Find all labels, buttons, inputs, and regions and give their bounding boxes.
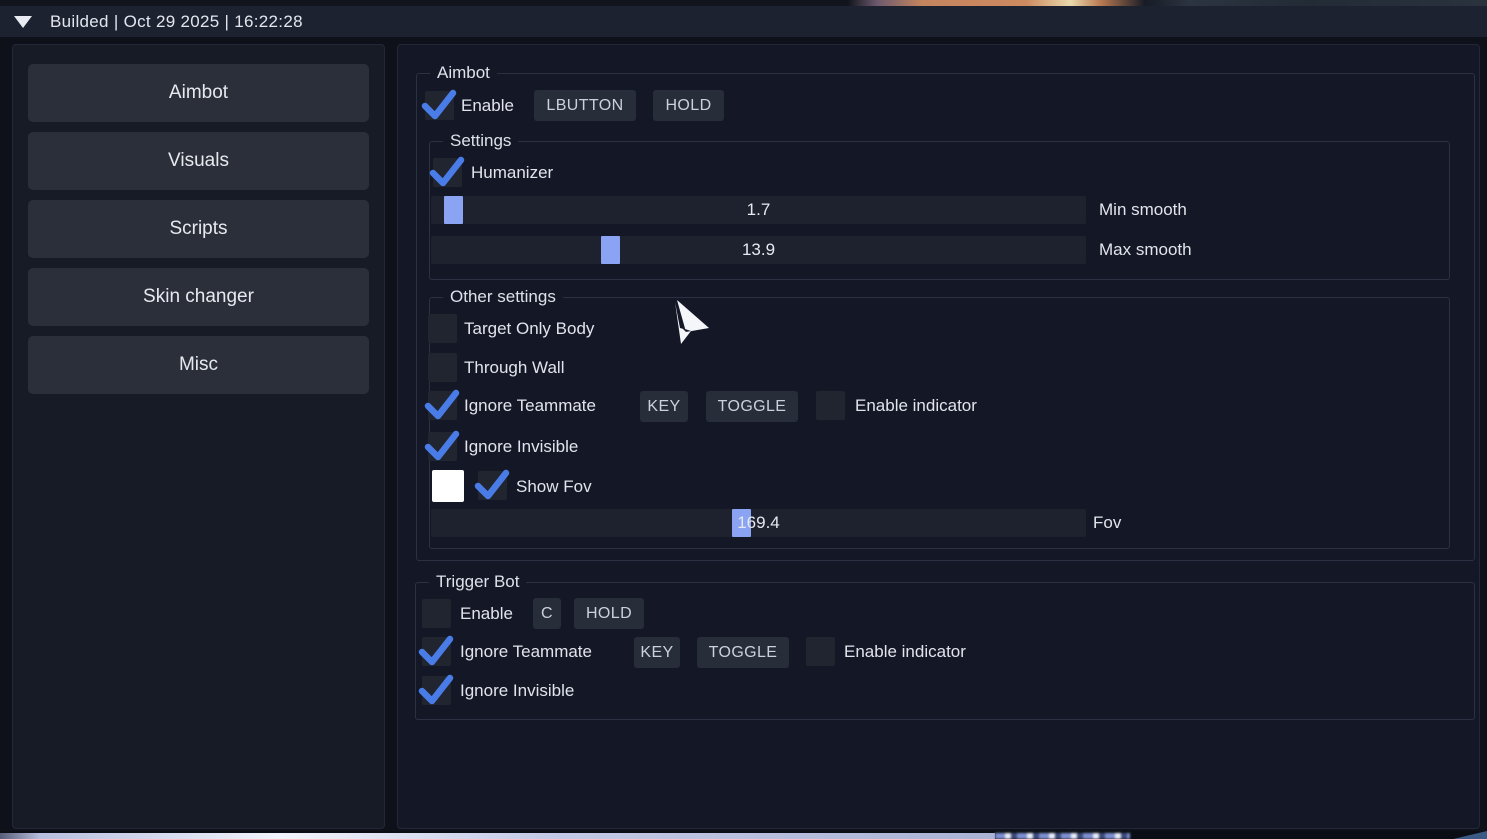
aimbot-teammate-mode-button[interactable]: TOGGLE [706, 391, 798, 422]
target-only-body-label: Target Only Body [464, 314, 594, 343]
mouse-cursor-icon [662, 299, 714, 351]
sidebar-item-visuals[interactable]: Visuals [28, 132, 369, 190]
sidebar-item-scripts[interactable]: Scripts [28, 200, 369, 258]
checkmark-icon [418, 634, 454, 667]
max-smooth-value: 13.9 [431, 236, 1086, 264]
trigger-bot-group-legend: Trigger Bot [429, 571, 526, 593]
aimbot-teammate-indicator-checkbox[interactable] [816, 391, 845, 420]
humanizer-label: Humanizer [471, 158, 553, 187]
checkmark-icon [418, 673, 454, 706]
min-smooth-slider[interactable]: 1.7 [431, 196, 1086, 224]
checkmark-icon [474, 468, 510, 501]
trigger-ignore-invisible-label: Ignore Invisible [460, 676, 574, 705]
aimbot-group-legend: Aimbot [430, 62, 497, 84]
min-smooth-label: Min smooth [1099, 196, 1187, 224]
aimbot-teammate-keybind-button[interactable]: KEY [640, 391, 688, 422]
show-fov-checkbox[interactable] [478, 471, 507, 500]
sidebar-item-skin-changer[interactable]: Skin changer [28, 268, 369, 326]
trigger-ignore-teammate-checkbox[interactable] [422, 637, 451, 666]
fov-slider[interactable]: 169.4 [431, 509, 1086, 537]
through-wall-label: Through Wall [464, 353, 564, 382]
aimbot-ignore-invisible-checkbox[interactable] [428, 432, 457, 461]
other-settings-group-legend: Other settings [443, 286, 563, 308]
trigger-teammate-mode-button[interactable]: TOGGLE [697, 637, 789, 668]
trigger-indicator-checkbox[interactable] [806, 637, 835, 666]
humanizer-checkbox[interactable] [433, 158, 462, 187]
aimbot-ignore-teammate-checkbox[interactable] [428, 391, 457, 420]
aimbot-teammate-indicator-label: Enable indicator [855, 391, 977, 420]
target-only-body-checkbox[interactable] [428, 314, 457, 343]
collapse-triangle-icon[interactable] [14, 16, 32, 28]
trigger-ignore-teammate-label: Ignore Teammate [460, 637, 592, 666]
checkmark-icon [424, 388, 460, 421]
game-bottom-hud-blur [995, 833, 1130, 839]
aimbot-keybind-button[interactable]: LBUTTON [534, 90, 636, 121]
min-smooth-value: 1.7 [431, 196, 1086, 224]
game-bottom-light-band [0, 833, 995, 839]
sidebar: Aimbot Visuals Scripts Skin changer Misc [12, 44, 385, 829]
main-panel: Aimbot Enable LBUTTON HOLD Settings Huma… [397, 44, 1480, 829]
fov-value: 169.4 [431, 509, 1086, 537]
aimbot-ignore-teammate-label: Ignore Teammate [464, 391, 596, 420]
trigger-enable-checkbox[interactable] [422, 599, 451, 628]
game-background-bottom-strip [0, 831, 1487, 839]
trigger-mode-button[interactable]: HOLD [574, 598, 644, 629]
max-smooth-slider[interactable]: 13.9 [431, 236, 1086, 264]
aimbot-mode-button[interactable]: HOLD [653, 90, 724, 121]
trigger-teammate-keybind-button[interactable]: KEY [634, 637, 680, 668]
titlebar[interactable]: Builded | Oct 29 2025 | 16:22:28 [0, 6, 1487, 37]
checkmark-icon [429, 155, 465, 188]
aimbot-ignore-invisible-label: Ignore Invisible [464, 432, 578, 461]
sidebar-item-misc[interactable]: Misc [28, 336, 369, 394]
fov-label: Fov [1093, 509, 1121, 537]
fov-color-swatch[interactable] [432, 470, 464, 502]
game-bottom-corner-shape [1449, 831, 1487, 839]
trigger-indicator-label: Enable indicator [844, 637, 966, 666]
checkmark-icon [421, 88, 457, 121]
show-fov-label: Show Fov [516, 472, 592, 501]
menu-body: Aimbot Visuals Scripts Skin changer Misc… [0, 37, 1487, 831]
sidebar-item-aimbot[interactable]: Aimbot [28, 64, 369, 122]
max-smooth-label: Max smooth [1099, 236, 1192, 264]
aimbot-enable-checkbox[interactable] [425, 91, 454, 120]
trigger-enable-label: Enable [460, 599, 513, 628]
settings-group-legend: Settings [443, 130, 518, 152]
trigger-ignore-invisible-checkbox[interactable] [422, 676, 451, 705]
titlebar-title: Builded | Oct 29 2025 | 16:22:28 [50, 12, 303, 32]
aimbot-enable-label: Enable [461, 91, 514, 120]
cheat-menu-window: Builded | Oct 29 2025 | 16:22:28 Aimbot … [0, 0, 1487, 839]
through-wall-checkbox[interactable] [428, 353, 457, 382]
checkmark-icon [424, 429, 460, 462]
trigger-keybind-button[interactable]: C [533, 598, 561, 629]
